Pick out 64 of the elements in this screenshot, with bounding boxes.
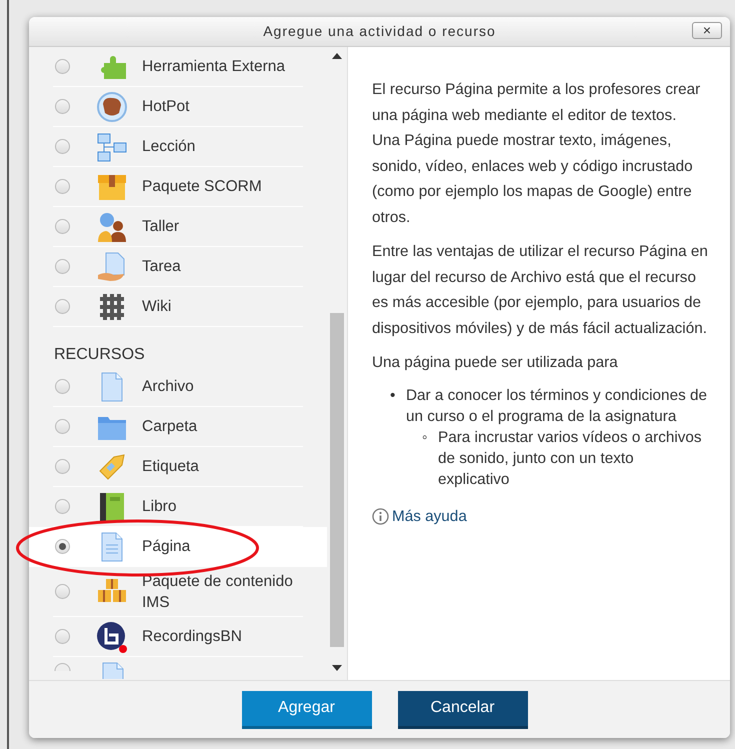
people-icon bbox=[96, 210, 128, 242]
item-label: Paquete SCORM bbox=[142, 177, 262, 197]
bullet-text: Dar a conocer los términos y condiciones de un curso o el programa de la asignatura bbox=[406, 386, 708, 426]
radio-button[interactable] bbox=[55, 584, 70, 599]
radio-button[interactable] bbox=[55, 139, 70, 154]
item-label: Archivo bbox=[142, 377, 194, 397]
list-item[interactable]: Página bbox=[29, 527, 327, 567]
item-label: Wiki bbox=[142, 297, 172, 317]
description-paragraph: Una página puede ser utilizada para bbox=[372, 353, 619, 373]
list-item[interactable]: Paquete SCORM bbox=[53, 167, 303, 207]
description-paragraph: Entre las ventajas de utilizar el recurso Página en lugar del recurso de Archivo está que el recurso es más accesible (por ejemplo, para usuarios de dispositivos móviles) y de más fácil actualización. bbox=[372, 242, 708, 338]
list-item[interactable]: Archivo bbox=[53, 367, 303, 407]
radio-button[interactable] bbox=[55, 99, 70, 114]
description-paragraph: El recurso Página permite a los profesores crear una página web mediante el editor de textos. Una Página puede mostrar texto, imágenes, sonido, vídeo, enlaces web y código incrustado (como por ejemplo los mapas de Google) entre otros. bbox=[372, 80, 702, 228]
list-item[interactable]: HotPot bbox=[53, 87, 303, 127]
item-label: Lección bbox=[142, 137, 196, 157]
item-label: Herramienta Externa bbox=[142, 57, 286, 77]
item-label: Libro bbox=[142, 497, 176, 517]
radio-button[interactable] bbox=[55, 179, 70, 194]
item-label: Paquete de contenido IMS bbox=[142, 572, 294, 612]
radio-button[interactable] bbox=[55, 499, 70, 514]
help-link[interactable]: Más ayuda bbox=[392, 504, 467, 529]
item-label: Etiqueta bbox=[142, 457, 199, 477]
info-icon bbox=[372, 508, 389, 525]
bullet-marker: • bbox=[390, 386, 396, 406]
radio-button[interactable] bbox=[55, 459, 70, 474]
circle-logo-icon bbox=[96, 620, 128, 652]
dialog-title: Agregue una actividad o recurso bbox=[263, 22, 496, 41]
radio-button[interactable] bbox=[55, 59, 70, 74]
scroll-down-icon[interactable] bbox=[332, 665, 342, 671]
list-item[interactable]: Herramienta Externa bbox=[53, 47, 303, 87]
cancel-button[interactable]: Cancelar bbox=[398, 690, 528, 728]
list-item[interactable]: Etiqueta bbox=[53, 447, 303, 487]
list-item[interactable]: Paquete de contenido IMS bbox=[53, 567, 303, 617]
fist-icon bbox=[96, 90, 128, 122]
scrollbar-thumb[interactable] bbox=[330, 313, 344, 647]
list-item[interactable]: Taller bbox=[53, 207, 303, 247]
item-label: HotPot bbox=[142, 97, 190, 117]
radio-button[interactable] bbox=[55, 629, 70, 644]
radio-button[interactable] bbox=[55, 259, 70, 274]
list-item[interactable]: Wiki bbox=[53, 287, 303, 327]
radio-button[interactable] bbox=[55, 299, 70, 314]
item-label: Taller bbox=[142, 217, 180, 237]
item-label: Página bbox=[142, 537, 190, 557]
list-item[interactable]: Tarea bbox=[53, 247, 303, 287]
item-label: RecordingsBN bbox=[142, 627, 242, 647]
radio-button[interactable] bbox=[55, 419, 70, 434]
item-label: Carpeta bbox=[142, 417, 198, 437]
close-button[interactable]: × bbox=[692, 22, 722, 39]
scrollbar[interactable] bbox=[327, 47, 347, 680]
list-item[interactable]: RecordingsBN bbox=[53, 617, 303, 657]
scroll-up-icon[interactable] bbox=[332, 53, 342, 59]
radio-button[interactable] bbox=[53, 661, 71, 671]
add-button[interactable]: Agregar bbox=[242, 690, 372, 728]
radio-button[interactable] bbox=[55, 379, 70, 394]
radio-button[interactable] bbox=[55, 539, 70, 554]
flowchart-icon bbox=[96, 130, 128, 162]
bullet-text: Para incrustar varios vídeos o archivos de sonido, junto con un texto explicativo bbox=[438, 428, 703, 490]
list-item[interactable]: Carpeta bbox=[53, 407, 303, 447]
radio-button[interactable] bbox=[55, 219, 70, 234]
bullet-marker: ◦ bbox=[422, 428, 428, 448]
list-item[interactable]: Lección bbox=[53, 127, 303, 167]
section-heading: RECURSOS bbox=[54, 345, 146, 365]
item-label: Tarea bbox=[142, 257, 181, 277]
